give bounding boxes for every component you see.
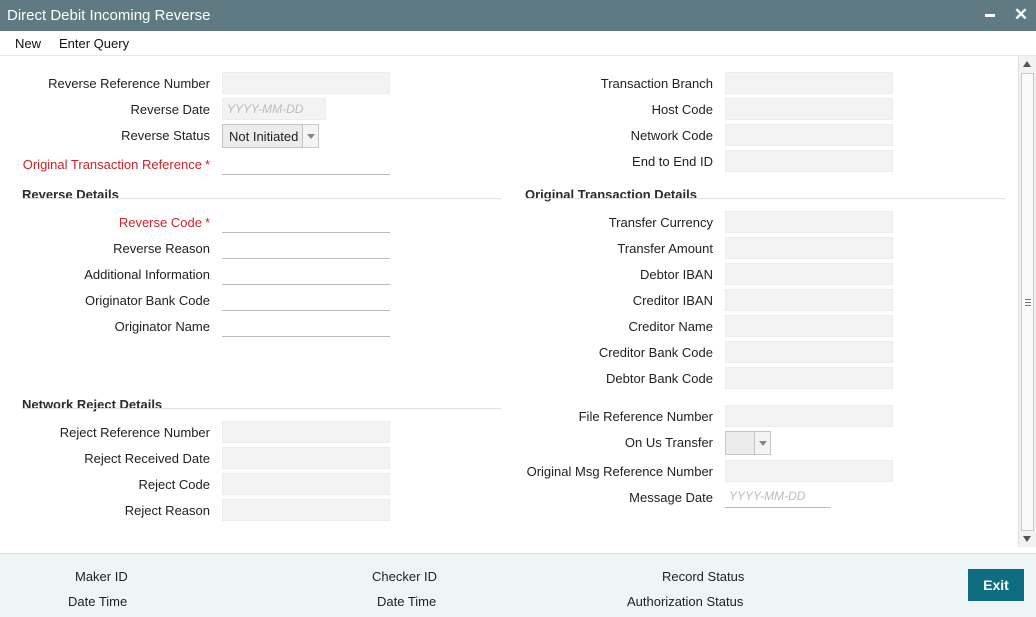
creditor-bank-code-field[interactable] <box>725 341 893 363</box>
authorization-status-label: Authorization Status <box>627 594 744 609</box>
reject-received-date-field[interactable] <box>222 447 390 469</box>
originator-name-input[interactable] <box>222 315 390 337</box>
creditor-iban-label: Creditor IBAN <box>632 293 713 308</box>
file-reference-number-label: File Reference Number <box>578 409 713 424</box>
debtor-iban-label: Debtor IBAN <box>640 267 713 282</box>
reverse-status-label: Reverse Status <box>121 128 210 143</box>
reverse-code-input[interactable] <box>222 211 390 233</box>
grip-icon <box>1025 299 1031 306</box>
reverse-status-value: Not Initiated <box>229 129 299 144</box>
reject-received-date-label: Reject Received Date <box>84 451 210 466</box>
chevron-down-icon[interactable] <box>302 125 318 147</box>
originator-bank-code-input[interactable] <box>222 289 390 311</box>
creditor-name-label: Creditor Name <box>628 319 713 334</box>
transaction-branch-label: Transaction Branch <box>600 76 713 91</box>
minimize-icon[interactable] <box>980 4 1000 26</box>
required-mark: * <box>204 215 210 230</box>
original-transaction-reference-label-text: Original Transaction Reference <box>22 157 202 172</box>
creditor-bank-code-label: Creditor Bank Code <box>598 345 713 360</box>
reject-reference-number-label: Reject Reference Number <box>59 425 210 440</box>
menu-enter-query[interactable]: Enter Query <box>59 36 129 51</box>
debtor-bank-code-label: Debtor Bank Code <box>606 371 713 386</box>
original-msg-reference-number-label: Original Msg Reference Number <box>526 464 713 479</box>
transfer-currency-label: Transfer Currency <box>608 215 713 230</box>
reject-reference-number-field[interactable] <box>222 421 390 443</box>
vertical-scrollbar[interactable] <box>1018 56 1036 547</box>
original-transaction-reference-label: Original Transaction Reference * <box>23 157 210 172</box>
menu-bar: New Enter Query <box>0 31 1036 56</box>
checker-date-time-label: Date Time <box>377 594 437 609</box>
record-status-label: Record Status <box>662 569 745 584</box>
chevron-down-icon[interactable] <box>754 432 770 454</box>
host-code-field[interactable] <box>725 98 893 120</box>
host-code-label: Host Code <box>651 102 713 117</box>
original-transaction-reference-input[interactable] <box>222 153 390 175</box>
original-msg-reference-number-field[interactable] <box>725 460 893 482</box>
reverse-reference-number-label: Reverse Reference Number <box>48 76 210 91</box>
original-transaction-details-divider <box>525 198 1005 199</box>
transfer-currency-field[interactable] <box>725 211 893 233</box>
reject-code-field[interactable] <box>222 473 390 495</box>
window-title: Direct Debit Incoming Reverse <box>7 7 211 24</box>
reject-code-label: Reject Code <box>138 477 210 492</box>
debtor-iban-field[interactable] <box>725 263 893 285</box>
originator-name-label: Originator Name <box>114 319 210 334</box>
message-date-input[interactable]: YYYY-MM-DD <box>725 486 831 508</box>
originator-bank-code-label: Originator Bank Code <box>84 293 210 308</box>
reject-reason-label: Reject Reason <box>124 503 210 518</box>
reverse-details-divider <box>22 198 501 199</box>
debtor-bank-code-field[interactable] <box>725 367 893 389</box>
additional-information-input[interactable] <box>222 263 390 285</box>
network-reject-details-divider <box>22 408 501 409</box>
required-mark: * <box>204 157 210 172</box>
close-icon[interactable]: ✕ <box>1011 5 1031 27</box>
reverse-code-label-text: Reverse Code <box>118 215 202 230</box>
reverse-code-label: Reverse Code * <box>119 215 210 230</box>
maker-date-time-label: Date Time <box>68 594 128 609</box>
reverse-reference-number-field[interactable] <box>222 72 390 94</box>
original-transaction-details-heading: Original Transaction Details <box>525 187 697 202</box>
window-titlebar: Direct Debit Incoming Reverse ✕ <box>0 0 1036 31</box>
reverse-reason-label: Reverse Reason <box>113 241 210 256</box>
reverse-status-select[interactable]: Not Initiated <box>222 124 319 148</box>
form-content: Reverse Reference Number Reverse Date YY… <box>0 56 1018 553</box>
reverse-reason-input[interactable] <box>222 237 390 259</box>
transfer-amount-label: Transfer Amount <box>617 241 713 256</box>
reverse-details-heading: Reverse Details <box>22 187 119 202</box>
creditor-name-field[interactable] <box>725 315 893 337</box>
file-reference-number-field[interactable] <box>725 405 893 427</box>
transfer-amount-field[interactable] <box>725 237 893 259</box>
on-us-transfer-label: On Us Transfer <box>624 435 713 450</box>
exit-button[interactable]: Exit <box>968 569 1024 601</box>
end-to-end-id-label: End to End ID <box>632 154 713 169</box>
scroll-up-icon[interactable] <box>1023 61 1031 67</box>
network-code-label: Network Code <box>630 128 713 143</box>
menu-new[interactable]: New <box>15 36 41 51</box>
message-date-label: Message Date <box>629 490 713 505</box>
creditor-iban-field[interactable] <box>725 289 893 311</box>
end-to-end-id-field[interactable] <box>725 150 893 172</box>
maker-id-label: Maker ID <box>75 569 128 584</box>
scrollbar-thumb[interactable] <box>1021 73 1034 531</box>
on-us-transfer-select[interactable] <box>725 431 771 455</box>
network-reject-details-heading: Network Reject Details <box>22 397 163 412</box>
transaction-branch-field[interactable] <box>725 72 893 94</box>
audit-footer: Maker ID Date Time Checker ID Date Time … <box>0 553 1036 617</box>
network-code-field[interactable] <box>725 124 893 146</box>
checker-id-label: Checker ID <box>372 569 438 584</box>
reverse-date-label: Reverse Date <box>130 102 210 117</box>
scroll-down-icon[interactable] <box>1023 536 1031 542</box>
reject-reason-field[interactable] <box>222 499 390 521</box>
additional-information-label: Additional Information <box>84 267 210 282</box>
reverse-date-field[interactable]: YYYY-MM-DD <box>222 98 326 120</box>
